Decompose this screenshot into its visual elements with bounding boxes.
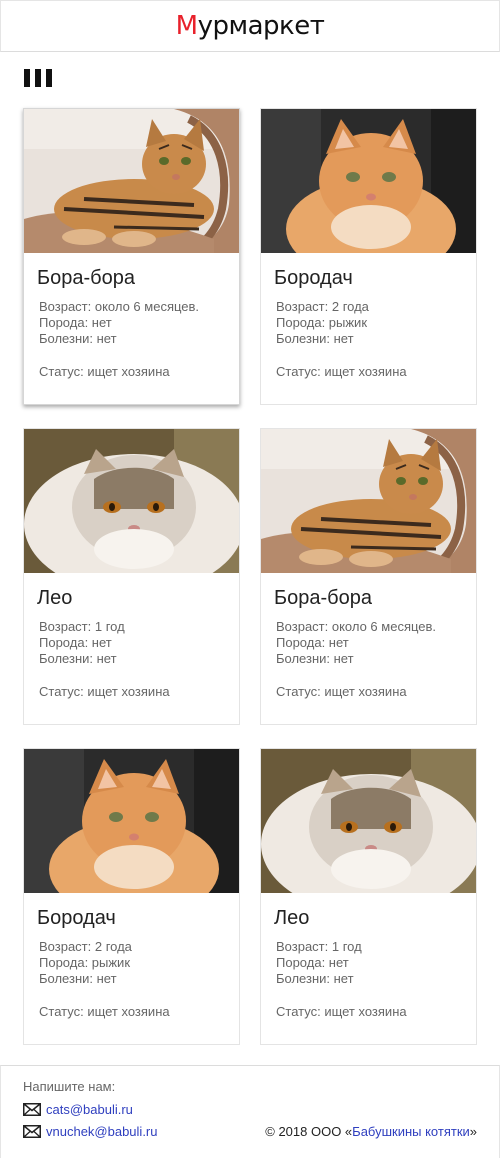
copyright: © 2018 ООО «Бабушкины котятки» [265,1124,477,1139]
cat-status: Статус: ищет хозяина [276,364,407,379]
fluffy-cat-photo [261,749,476,893]
site-logo[interactable]: Мурмаркет [176,11,325,41]
copyright-suffix: » [469,1124,477,1139]
cat-name: Бора-бора [37,267,135,289]
cat-name: Бородач [274,267,353,289]
fluffy-cat-photo [24,429,239,573]
cat-breed: Порода: нет [276,955,349,970]
cat-age: Возраст: 1 год [39,619,125,634]
cat-breed: Порода: рыжик [276,315,368,330]
cat-illness: Болезни: нет [276,331,354,346]
email-contact: cats@babuli.ru [23,1102,133,1117]
cat-age: Возраст: 2 года [276,299,369,314]
cat-age: Возраст: 2 года [39,939,132,954]
cat-info: Возраст: 1 год Порода: нет Болезни: нет [39,619,125,667]
envelope-icon [23,1125,41,1138]
menu-bar [46,69,52,87]
cat-card[interactable]: Лео Возраст: 1 год Порода: нет Болезни: … [260,748,477,1045]
cat-illness: Болезни: нет [39,651,117,666]
contact-heading: Напишите нам: [23,1079,116,1094]
cat-illness: Болезни: нет [276,971,354,986]
cat-illness: Болезни: нет [39,331,117,346]
ginger-cat-photo [24,749,239,893]
menu-bar [35,69,41,87]
company-link[interactable]: Бабушкины котятки [352,1124,470,1139]
cat-age: Возраст: около 6 месяцев. [39,299,200,314]
cat-status: Статус: ищет хозяина [276,684,407,699]
cat-age: Возраст: около 6 месяцев. [276,619,437,634]
tabby-cat-photo [261,429,477,573]
cat-name: Бородач [37,907,116,929]
menu-bar [24,69,30,87]
cat-breed: Порода: нет [39,315,112,330]
email-link-vnuchek[interactable]: vnuchek@babuli.ru [46,1124,157,1139]
footer: Напишите нам: cats@babuli.ru vnuchek@bab… [0,1065,500,1158]
cat-breed: Порода: нет [39,635,112,650]
cat-illness: Болезни: нет [39,971,117,986]
cat-info: Возраст: 2 года Порода: рыжик Болезни: н… [39,939,132,987]
envelope-icon [23,1103,41,1116]
cat-info: Возраст: около 6 месяцев. Порода: нет Бо… [39,299,199,347]
cat-status: Статус: ищет хозяина [276,1004,407,1019]
email-link-cats[interactable]: cats@babuli.ru [46,1102,133,1117]
tabby-cat-photo [24,109,240,253]
header: Мурмаркет [0,0,500,52]
cat-illness: Болезни: нет [276,651,354,666]
cat-status: Статус: ищет хозяина [39,364,170,379]
cat-card[interactable]: Бора-бора Возраст: около 6 месяцев. Поро… [23,108,240,405]
cat-status: Статус: ищет хозяина [39,684,170,699]
cat-card[interactable]: Бородач Возраст: 2 года Порода: рыжик Бо… [23,748,240,1045]
copyright-prefix: © 2018 ООО « [265,1124,353,1139]
email-contact: vnuchek@babuli.ru [23,1124,157,1139]
cat-card[interactable]: Бора-бора Возраст: около 6 месяцев. Поро… [260,428,477,725]
ginger-cat-photo [261,109,476,253]
cat-card[interactable]: Лео Возраст: 1 год Порода: нет Болезни: … [23,428,240,725]
logo-rest: урмаркет [197,11,325,41]
cat-name: Лео [37,587,73,609]
cat-breed: Порода: рыжик [39,955,131,970]
cat-name: Лео [274,907,310,929]
cat-info: Возраст: около 6 месяцев. Порода: нет Бо… [276,619,436,667]
cat-info: Возраст: 2 года Порода: рыжик Болезни: н… [276,299,369,347]
cat-card[interactable]: Бородач Возраст: 2 года Порода: рыжик Бо… [260,108,477,405]
cat-breed: Порода: нет [276,635,349,650]
cat-age: Возраст: 1 год [276,939,362,954]
cat-info: Возраст: 1 год Порода: нет Болезни: нет [276,939,362,987]
cat-name: Бора-бора [274,587,372,609]
menu-bars-icon[interactable] [24,69,52,87]
logo-first-letter: М [175,11,198,41]
cat-status: Статус: ищет хозяина [39,1004,170,1019]
